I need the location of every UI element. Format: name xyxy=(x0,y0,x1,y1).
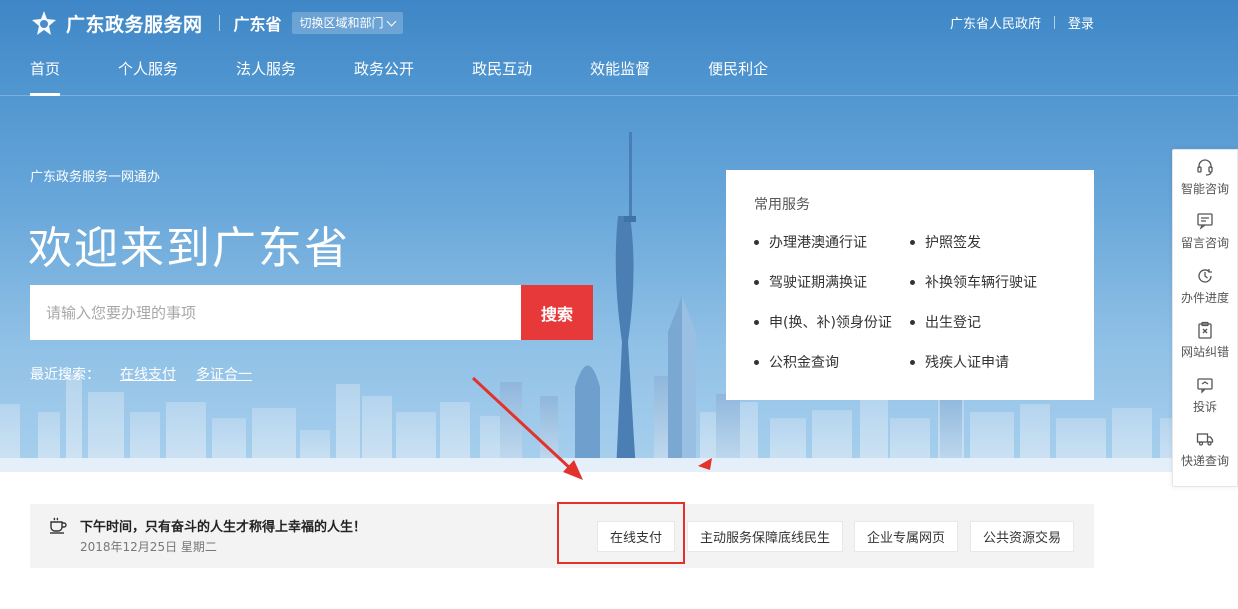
message-icon xyxy=(1197,213,1213,231)
floating-service-panel: 智能咨询 留言咨询 办件进度 网站纠错 投诉 快递查询 xyxy=(1172,149,1238,487)
service-link[interactable]: 补换领车辆行驶证 xyxy=(910,272,1080,292)
service-link[interactable]: 驾驶证期满换证 xyxy=(754,272,910,292)
highlight-box xyxy=(557,502,685,564)
switch-region-label: 切换区域和部门 xyxy=(299,16,384,30)
coffee-cup-icon xyxy=(50,517,67,534)
search-button[interactable]: 搜索 xyxy=(521,285,593,340)
header-divider xyxy=(218,15,220,31)
switch-region-dropdown[interactable]: 切换区域和部门 xyxy=(291,12,403,34)
nav-public-interaction[interactable]: 政民互动 xyxy=(472,58,532,96)
header-divider-line xyxy=(0,95,1238,96)
clipboard-x-icon xyxy=(1198,322,1212,339)
chevron-down-icon xyxy=(386,16,396,26)
case-progress-button[interactable]: 办件进度 xyxy=(1173,259,1237,314)
headset-icon xyxy=(1197,159,1213,176)
header-link-divider xyxy=(1053,16,1055,29)
progress-clock-icon xyxy=(1198,268,1212,283)
complaint-button[interactable]: 投诉 xyxy=(1173,368,1237,423)
recent-searches: 最近搜索： 在线支付 多证合一 xyxy=(30,364,252,384)
service-link[interactable]: 办理港澳通行证 xyxy=(754,232,910,252)
site-error-report-button[interactable]: 网站纠错 xyxy=(1173,314,1237,369)
nav-efficiency-supervision[interactable]: 效能监督 xyxy=(590,58,650,96)
float-item-label: 留言咨询 xyxy=(1180,236,1229,251)
hero-title: 欢迎来到广东省 xyxy=(28,223,350,274)
smart-consult-button[interactable]: 智能咨询 xyxy=(1173,150,1237,205)
site-header: 广东政务服务网 广东省 切换区域和部门 广东省人民政府 登录 首页 个人服务 法… xyxy=(0,0,1238,96)
recent-searches-label: 最近搜索： xyxy=(30,367,100,383)
float-item-label: 网站纠错 xyxy=(1180,345,1229,360)
truck-icon xyxy=(1196,433,1214,446)
site-name: 广东政务服务网 xyxy=(66,13,203,36)
express-query-button[interactable]: 快递查询 xyxy=(1173,423,1237,478)
service-link[interactable]: 申(换、补)领身份证 xyxy=(754,312,910,332)
nav-home[interactable]: 首页 xyxy=(30,58,61,96)
quick-link-proactive-service[interactable]: 主动服务保障底线民生 xyxy=(687,521,843,552)
nav-gov-affairs[interactable]: 政务公开 xyxy=(354,58,414,96)
recent-search-link[interactable]: 在线支付 xyxy=(120,364,176,384)
service-link[interactable]: 护照签发 xyxy=(910,232,1080,252)
float-item-label: 快递查询 xyxy=(1180,454,1229,469)
common-services-card: 常用服务 办理港澳通行证 护照签发 驾驶证期满换证 补换领车辆行驶证 申(换、补… xyxy=(726,170,1094,400)
hero-subtitle: 广东政务服务一网通办 xyxy=(30,170,161,185)
float-item-label: 办件进度 xyxy=(1180,290,1229,305)
current-region: 广东省 xyxy=(233,15,282,34)
current-date: 2018年12月25日 星期二 xyxy=(80,540,217,554)
header-links: 广东省人民政府 登录 xyxy=(950,13,1094,32)
recent-search-link[interactable]: 多证合一 xyxy=(196,364,252,384)
logo-icon xyxy=(32,11,56,35)
complaint-icon xyxy=(1197,378,1213,394)
site-logo[interactable]: 广东政务服务网 广东省 切换区域和部门 xyxy=(30,8,403,38)
quick-link-public-resources[interactable]: 公共资源交易 xyxy=(970,521,1074,552)
float-item-label: 智能咨询 xyxy=(1180,181,1229,196)
nav-convenience[interactable]: 便民利企 xyxy=(708,58,768,96)
nav-corporate-services[interactable]: 法人服务 xyxy=(236,58,296,96)
float-item-label: 投诉 xyxy=(1192,399,1217,414)
search-input[interactable] xyxy=(30,285,521,340)
service-link[interactable]: 残疾人证申请 xyxy=(910,352,1080,372)
greeting-text: 下午时间，只有奋斗的人生才称得上幸福的人生！ xyxy=(80,520,367,535)
service-link[interactable]: 公积金查询 xyxy=(754,352,910,372)
common-services-list: 办理港澳通行证 护照签发 驾驶证期满换证 补换领车辆行驶证 申(换、补)领身份证… xyxy=(754,232,1066,372)
login-link[interactable]: 登录 xyxy=(1068,13,1094,32)
quick-link-enterprise-page[interactable]: 企业专属网页 xyxy=(854,521,958,552)
service-link[interactable]: 出生登记 xyxy=(910,312,1080,332)
common-services-title: 常用服务 xyxy=(754,197,810,213)
gov-link[interactable]: 广东省人民政府 xyxy=(950,13,1041,32)
search-box: 搜索 xyxy=(30,285,593,340)
main-nav: 首页 个人服务 法人服务 政务公开 政民互动 效能监督 便民利企 xyxy=(30,58,826,96)
message-consult-button[interactable]: 留言咨询 xyxy=(1173,205,1237,260)
nav-personal-services[interactable]: 个人服务 xyxy=(118,58,178,96)
